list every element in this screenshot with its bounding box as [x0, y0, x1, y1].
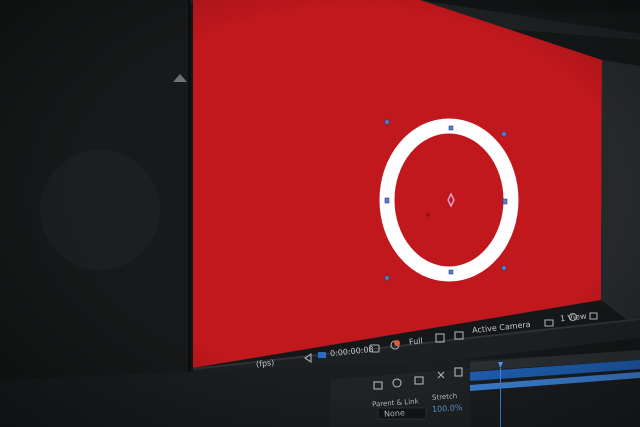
zoom-menu[interactable]: (fps): [256, 358, 275, 369]
camera-icon[interactable]: [544, 319, 554, 327]
origin-marker: [426, 213, 430, 217]
resolution-menu[interactable]: Full: [409, 336, 424, 346]
project-panel-glow: [40, 150, 160, 270]
motion-blur-icon[interactable]: [589, 312, 598, 320]
viewer-scene: [0, 0, 640, 427]
color-picker-icon[interactable]: [394, 340, 400, 346]
composition-canvas: [193, 0, 602, 368]
parent-value[interactable]: None: [384, 408, 405, 418]
project-panel-divider: [188, 0, 191, 380]
active-view-indicator: [318, 352, 326, 358]
viewer-right-border: [601, 60, 640, 330]
